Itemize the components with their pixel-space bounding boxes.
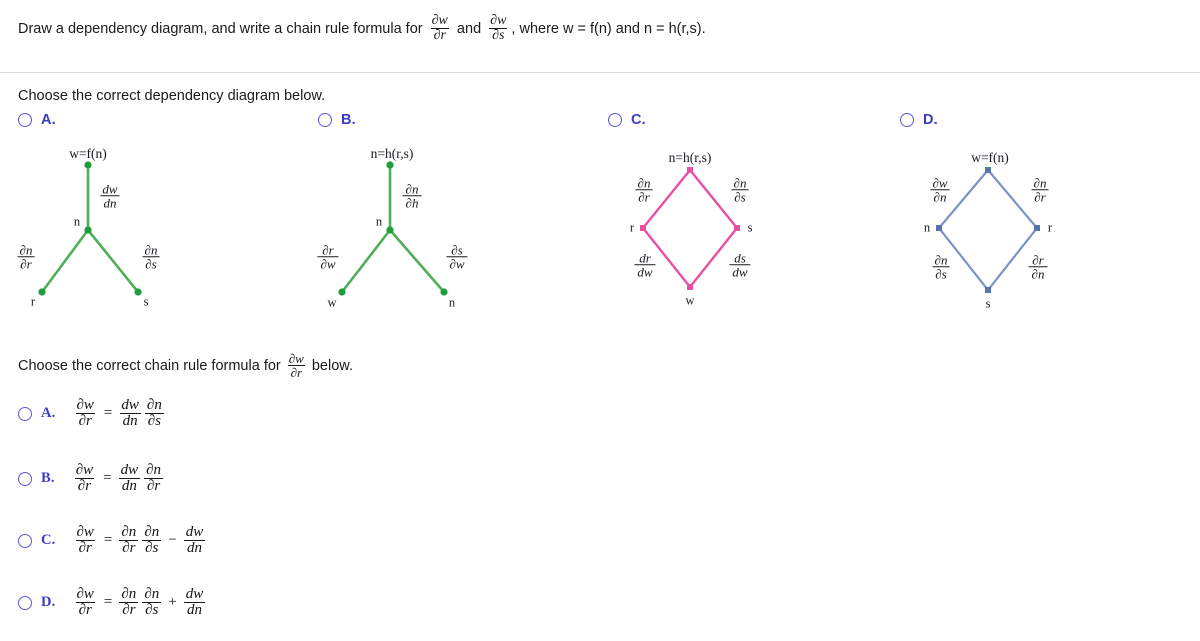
radio-diagram-d[interactable]: [900, 113, 914, 127]
diagram-c-lower-left-label: dr dw: [632, 251, 657, 279]
diagram-option-b-head[interactable]: B.: [318, 112, 356, 128]
diagram-c-upper-left-label: ∂n ∂r: [633, 176, 656, 204]
question-fraction-dw-dr: ∂w ∂r: [429, 13, 451, 44]
formula-option-a[interactable]: A. ∂w ∂r = dw dn ∂n ∂s: [18, 397, 166, 430]
diagram-d-bottom-node: s: [985, 296, 991, 311]
diagram-option-d-head[interactable]: D.: [900, 112, 938, 128]
diagram-c-graphic: [640, 167, 740, 290]
prompt-choose-diagram: Choose the correct dependency diagram be…: [18, 88, 326, 104]
exercise-page: Draw a dependency diagram, and write a c…: [0, 0, 1200, 641]
diagram-b-bottom-right-node: n: [448, 295, 456, 310]
prompt-choose-formula: Choose the correct chain rule formula fo…: [18, 352, 353, 380]
formula-option-c[interactable]: C. ∂w ∂r = ∂n ∂r ∂n ∂s − dw dn: [18, 524, 207, 557]
diagram-b-bottom-left-node: w: [327, 295, 337, 310]
diagram-d-upper-left-label: ∂w ∂n: [930, 175, 950, 205]
question-statement: Draw a dependency diagram, and write a c…: [18, 13, 1178, 44]
diagram-d-top-label: w=f(n): [971, 150, 1009, 165]
question-fraction-dw-ds: ∂w ∂s: [487, 13, 509, 44]
dependency-diagram-d[interactable]: w=f(n) ∂w ∂n ∂n ∂r n r ∂n ∂s ∂r ∂n s: [885, 140, 1185, 325]
diagram-b-left-label: ∂r ∂w: [315, 243, 340, 271]
radio-diagram-b[interactable]: [318, 113, 332, 127]
radio-formula-b[interactable]: [18, 472, 32, 487]
diagram-b-mid-node-label: n: [375, 214, 383, 229]
fraction-denominator: ∂s: [489, 28, 508, 43]
diagram-d-lower-right-label: ∂r ∂n: [1027, 253, 1050, 281]
diagram-b-right-label: ∂s ∂w: [444, 243, 469, 271]
prompt-formula-fraction: ∂w ∂r: [287, 351, 306, 381]
diagram-option-d-letter: D.: [923, 112, 938, 128]
diagram-d-upper-right-label: ∂n ∂r: [1029, 176, 1052, 204]
diagram-d-lower-left-label: ∂n ∂s: [930, 253, 953, 281]
diagram-d-left-node: n: [923, 220, 931, 235]
dependency-diagram-c[interactable]: n=h(r,s) ∂n ∂r ∂n ∂s r s dr dw ds dw w: [590, 140, 890, 325]
diagram-c-upper-right-label: ∂n ∂s: [729, 176, 752, 204]
dependency-diagram-a[interactable]: w=f(n) n dw dn ∂n ∂r ∂n ∂s r s: [0, 140, 300, 325]
diagram-a-bottom-right-node: s: [143, 294, 149, 309]
diagram-a-bottom-left-node: r: [30, 294, 36, 309]
diagram-a-graphic: [38, 161, 142, 296]
fraction-denominator: ∂r: [430, 28, 449, 43]
question-text-after: , where w = f(n) and n = h(r,s).: [511, 20, 706, 37]
question-text-mid: and: [452, 20, 486, 37]
diagram-c-left-node: r: [629, 220, 635, 235]
formula-option-a-expression: ∂w ∂r = dw dn ∂n ∂s: [72, 397, 166, 430]
diagram-option-c-letter: C.: [631, 112, 646, 128]
prompt-formula-after: below.: [311, 357, 353, 374]
radio-formula-c[interactable]: [18, 534, 32, 549]
diagram-b-stem-label: ∂n ∂h: [401, 182, 424, 210]
radio-formula-a[interactable]: [18, 407, 32, 422]
diagram-d-right-node: r: [1047, 220, 1053, 235]
diagram-option-b-letter: B.: [341, 112, 356, 128]
formula-option-c-letter: C.: [41, 532, 56, 549]
diagram-option-a-head[interactable]: A.: [18, 112, 56, 128]
formula-option-a-letter: A.: [41, 405, 56, 422]
diagram-c-top-label: n=h(r,s): [668, 150, 712, 165]
diagram-option-a-letter: A.: [41, 112, 56, 128]
diagram-a-right-label: ∂n ∂s: [140, 243, 163, 271]
diagram-c-lower-right-label: ds dw: [727, 251, 752, 279]
diagram-c-right-node: s: [747, 220, 753, 235]
prompt-formula-before: Choose the correct chain rule formula fo…: [18, 357, 281, 374]
diagram-c-bottom-node: w: [685, 293, 695, 308]
formula-option-b-expression: ∂w ∂r = dw dn ∂n ∂r: [71, 462, 165, 495]
formula-option-d-expression: ∂w ∂r = ∂n ∂r ∂n ∂s + dw dn: [75, 586, 205, 619]
diagram-a-top-label: w=f(n): [69, 146, 107, 161]
diagram-b-top-label: n=h(r,s): [370, 146, 414, 161]
diagram-a-stem-label: dw dn: [100, 181, 120, 211]
diagram-a-left-label: ∂n ∂r: [15, 243, 38, 271]
question-text-before: Draw a dependency diagram, and write a c…: [18, 20, 427, 37]
fraction-numerator: ∂w: [431, 13, 448, 28]
radio-diagram-a[interactable]: [18, 113, 32, 127]
diagram-option-c-head[interactable]: C.: [608, 112, 646, 128]
dependency-diagram-b[interactable]: n=h(r,s) n ∂n ∂h ∂r ∂w ∂s ∂w w n: [300, 140, 600, 325]
fraction-numerator: ∂w: [490, 13, 507, 28]
radio-diagram-c[interactable]: [608, 113, 622, 127]
formula-option-d-letter: D.: [41, 594, 56, 611]
header-divider: [0, 72, 1200, 73]
radio-formula-d[interactable]: [18, 596, 32, 611]
diagram-a-mid-node-label: n: [73, 214, 81, 229]
formula-option-b[interactable]: B. ∂w ∂r = dw dn ∂n ∂r: [18, 462, 165, 495]
formula-option-c-expression: ∂w ∂r = ∂n ∂r ∂n ∂s − dw dn: [75, 524, 205, 557]
formula-option-b-letter: B.: [41, 470, 55, 487]
formula-option-d[interactable]: D. ∂w ∂r = ∂n ∂r ∂n ∂s + dw dn: [18, 586, 207, 619]
